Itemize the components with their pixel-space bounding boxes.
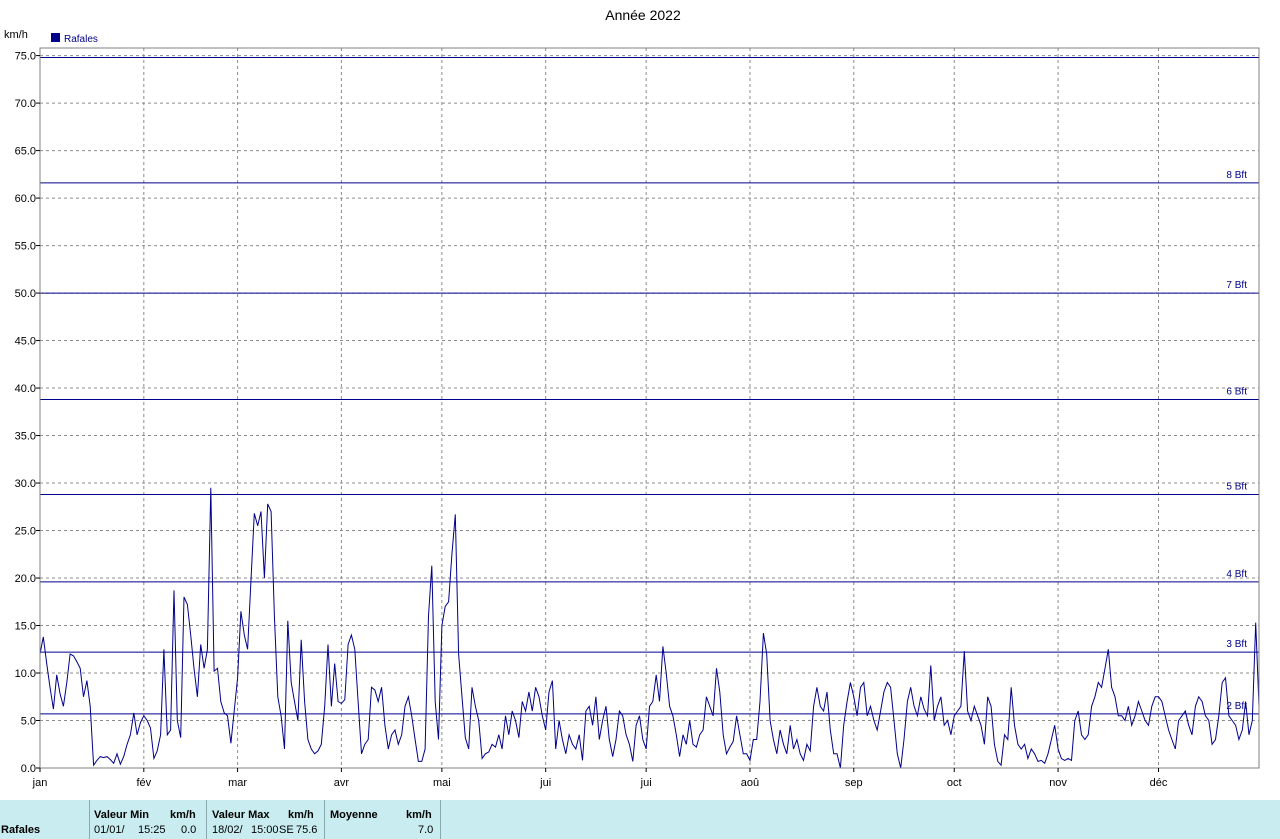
- x-tick-label: nov: [1049, 777, 1067, 789]
- min-date: 01/01/: [94, 824, 125, 836]
- beaufort-label-3: 3 Bft: [1226, 639, 1247, 650]
- y-tick-label: 60.0: [15, 193, 36, 205]
- max-direction: SE: [279, 824, 294, 836]
- max-header: Valeur Max: [212, 809, 270, 821]
- avg-value: 7.0: [418, 824, 434, 836]
- x-tick-label: mar: [228, 777, 247, 789]
- max-value: 75.6: [296, 824, 318, 836]
- y-tick-label: 25.0: [15, 526, 36, 538]
- x-tick-label: oct: [947, 777, 962, 789]
- beaufort-label-7: 7 Bft: [1226, 280, 1247, 291]
- beaufort-label-6: 6 Bft: [1226, 386, 1247, 397]
- max-time: 15:00: [251, 824, 279, 836]
- y-axis: 0.0 5.0 10.0 15.0 20.0 25.0 30.0 35.0 40.0 45.0 50…: [15, 51, 40, 775]
- stats-divider: [440, 800, 441, 839]
- stats-divider: [89, 800, 90, 839]
- beaufort-label-8: 8 Bft: [1226, 170, 1247, 181]
- legend-swatch: [51, 33, 60, 42]
- x-tick-label: aoû: [741, 777, 759, 789]
- y-tick-label: 50.0: [15, 288, 36, 300]
- plot-frame: [39, 47, 1260, 769]
- max-date: 18/02/: [212, 824, 243, 836]
- x-tick-label: jui: [640, 777, 652, 789]
- stats-divider: [206, 800, 207, 839]
- x-tick-label: avr: [334, 777, 350, 789]
- grid: [40, 48, 1259, 768]
- y-tick-label: 10.0: [15, 668, 36, 680]
- y-tick-label: 40.0: [15, 383, 36, 395]
- y-tick-label: 35.0: [15, 431, 36, 443]
- legend-label: Rafales: [64, 34, 98, 45]
- beaufort-lines: 2 Bft3 Bft4 Bft5 Bft6 Bft7 Bft8 Bft: [40, 56, 1259, 715]
- min-unit: km/h: [170, 809, 196, 821]
- min-time: 15:25: [138, 824, 166, 836]
- beaufort-label-4: 4 Bft: [1226, 569, 1247, 580]
- x-tick-label: mai: [433, 777, 451, 789]
- beaufort-label-5: 5 Bft: [1226, 481, 1247, 492]
- stats-panel: Rafales Valeur Min km/h 01/01/ 15:25 0.0…: [0, 800, 1280, 839]
- x-tick-label: déc: [1150, 777, 1168, 789]
- y-tick-label: 55.0: [15, 241, 36, 253]
- y-tick-label: 45.0: [15, 336, 36, 348]
- series-group: [39, 487, 1260, 769]
- x-tick-label: sep: [845, 777, 863, 789]
- x-tick-label: jui: [539, 777, 551, 789]
- avg-header: Moyenne: [330, 809, 378, 821]
- series-line-rafales: [39, 487, 1260, 769]
- y-axis-unit: km/h: [4, 29, 28, 41]
- x-axis: jan fév mar avr mai jui jui aoû sep oct nov déc: [32, 768, 1168, 789]
- y-tick-label: 65.0: [15, 146, 36, 158]
- chart-title: Année 2022: [605, 7, 681, 23]
- min-header: Valeur Min: [94, 809, 150, 821]
- y-tick-label: 75.0: [15, 51, 36, 63]
- chart-svg: 2 Bft3 Bft4 Bft5 Bft6 Bft7 Bft8 Bft Anné…: [4, 7, 1260, 789]
- y-tick-label: 20.0: [15, 573, 36, 585]
- y-tick-label: 15.0: [15, 621, 36, 633]
- max-unit: km/h: [288, 809, 314, 821]
- avg-unit: km/h: [406, 809, 432, 821]
- x-tick-label: jan: [32, 777, 48, 789]
- min-value: 0.0: [181, 824, 197, 836]
- y-tick-label: 30.0: [15, 478, 36, 490]
- y-tick-label: 70.0: [15, 98, 36, 110]
- stats-divider: [324, 800, 325, 839]
- y-tick-label: 0.0: [21, 763, 36, 775]
- x-tick-label: fév: [136, 777, 151, 789]
- y-tick-label: 5.0: [21, 716, 36, 728]
- stats-row-label: Rafales: [1, 824, 41, 836]
